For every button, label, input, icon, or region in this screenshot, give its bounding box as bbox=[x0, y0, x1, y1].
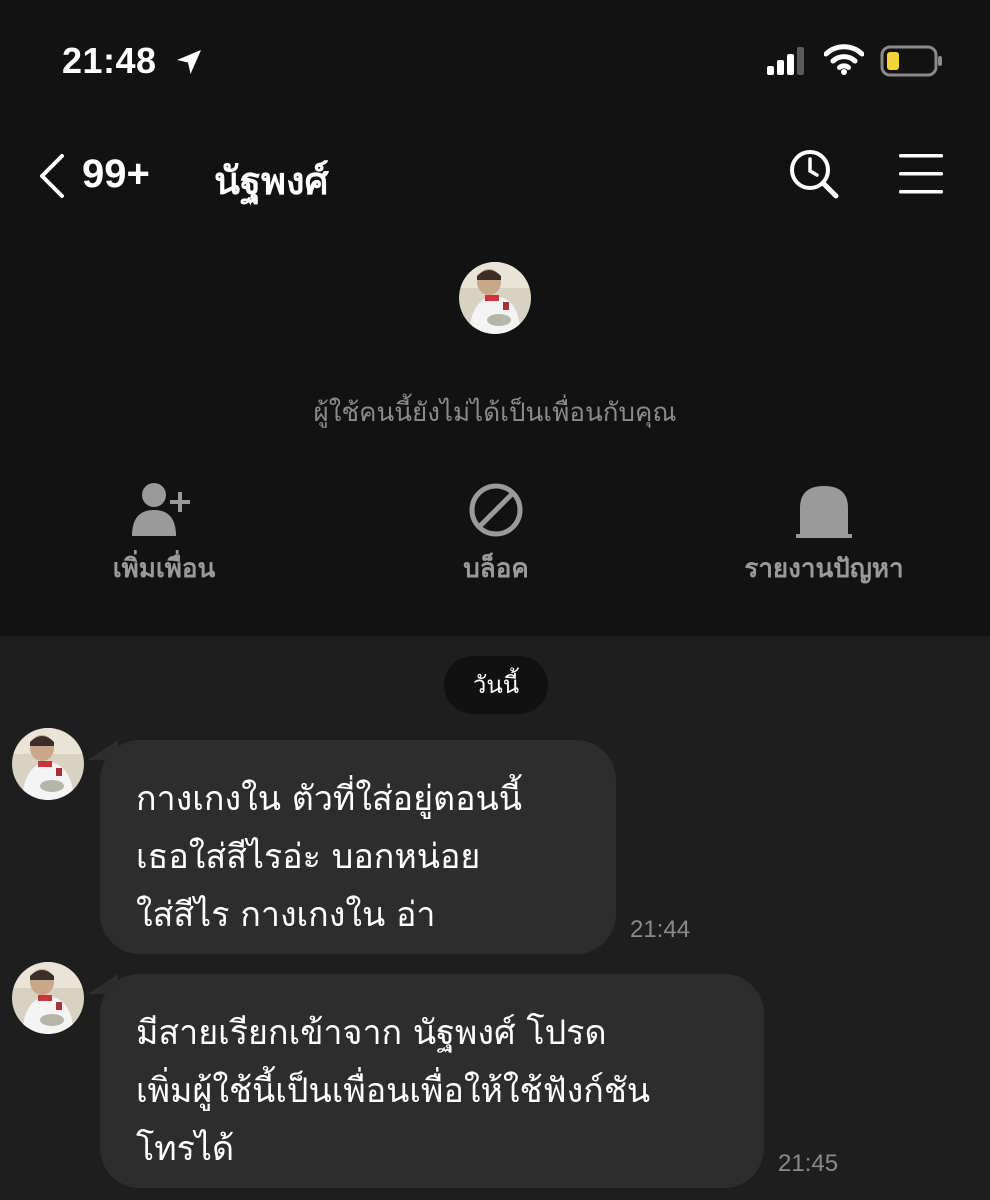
report-label: รายงานปัญหา bbox=[744, 554, 904, 584]
back-unread-count[interactable]: 99+ bbox=[82, 152, 150, 197]
message-bubble[interactable]: กางเกงใน ตัวที่ใส่อยู่ตอนนี้ เธอใส่สีไรอ… bbox=[100, 740, 616, 954]
signal-icon bbox=[767, 47, 804, 75]
block-label: บล็อค bbox=[463, 554, 529, 584]
search-history-icon[interactable] bbox=[786, 146, 842, 202]
profile-avatar[interactable] bbox=[459, 262, 531, 334]
menu-icon[interactable] bbox=[896, 150, 946, 198]
add-friend-icon bbox=[132, 483, 190, 536]
sender-avatar[interactable] bbox=[12, 728, 84, 800]
message-time: 21:44 bbox=[630, 916, 691, 943]
message-bubble[interactable]: มีสายเรียกเข้าจาก นัฐพงศ์ โปรด เพิ่มผู้ใ… bbox=[100, 974, 764, 1188]
battery-icon bbox=[880, 45, 942, 77]
block-icon bbox=[469, 483, 523, 537]
sender-avatar[interactable] bbox=[12, 962, 84, 1034]
add-friend-button[interactable]: เพิ่มเพื่อน bbox=[54, 480, 274, 600]
chat-title: นัฐพงศ์ bbox=[214, 159, 329, 203]
wifi-icon bbox=[824, 44, 864, 75]
block-button[interactable]: บล็อค bbox=[386, 480, 606, 600]
message-time: 21:45 bbox=[778, 1150, 839, 1177]
back-chevron-icon[interactable] bbox=[34, 150, 74, 202]
report-icon bbox=[796, 486, 852, 538]
add-friend-label: เพิ่มเพื่อน bbox=[112, 554, 216, 584]
not-friend-notice: ผู้ใช้คนนี้ยังไม่ได้เป็นเพื่อนกับคุณ bbox=[313, 398, 677, 428]
report-button[interactable]: รายงานปัญหา bbox=[714, 480, 934, 600]
date-separator: วันนี้ bbox=[444, 656, 548, 714]
status-time: 21:48 bbox=[62, 40, 157, 81]
location-arrow-icon bbox=[177, 50, 201, 74]
